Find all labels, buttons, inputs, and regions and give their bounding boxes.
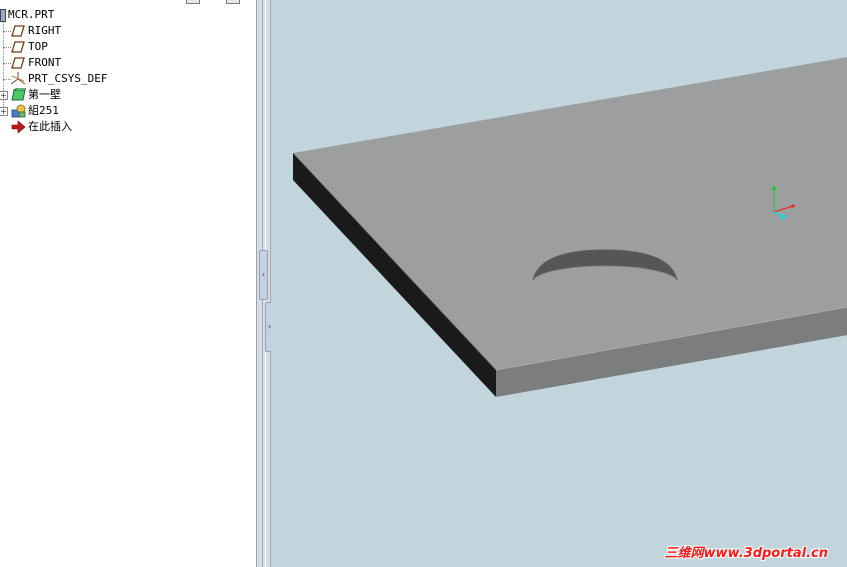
tree-root-label: MCR.PRT <box>8 8 55 21</box>
show-icon[interactable] <box>226 0 240 4</box>
datum-plane-icon <box>11 25 25 37</box>
tree-item-label: PRT_CSYS_DEF <box>28 72 108 85</box>
tree-item-first-wall[interactable]: + 第一壁 <box>0 87 120 103</box>
collapse-pane-button[interactable]: ‹ <box>259 250 268 300</box>
tree-item-insert-here[interactable]: 在此插入 <box>0 119 120 135</box>
tree-item-top[interactable]: TOP <box>0 39 120 55</box>
settings-icon[interactable] <box>186 0 200 4</box>
group-icon <box>11 104 26 118</box>
datum-plane-icon <box>11 57 25 69</box>
tree-item-label: 在此插入 <box>28 120 72 133</box>
insert-here-arrow-icon <box>11 120 26 134</box>
watermark-text: 三维网www.3dportal.cn <box>664 546 828 561</box>
tree-item-front[interactable]: FRONT <box>0 55 120 71</box>
part-icon <box>0 9 6 22</box>
model-tree-pane: MCR.PRT RIGHT TOP FRONT PRT_CSYS_DEF + 第… <box>0 0 256 567</box>
tree-item-right[interactable]: RIGHT <box>0 23 120 39</box>
tree-item-label: 組251 <box>28 104 59 117</box>
coordinate-system-icon <box>11 72 26 85</box>
tree-item-label: TOP <box>28 40 48 53</box>
tree-item-label: 第一壁 <box>28 88 61 101</box>
expand-toggle[interactable]: + <box>0 107 8 116</box>
model-view[interactable] <box>271 0 847 567</box>
sheetmetal-wall-icon <box>11 88 26 101</box>
datum-plane-icon <box>11 41 25 53</box>
pane-splitter[interactable]: ‹ › <box>256 0 274 567</box>
tree-item-csys[interactable]: PRT_CSYS_DEF <box>0 71 130 87</box>
graphics-window[interactable]: 三维网www.3dportal.cn <box>271 0 847 567</box>
tree-item-label: FRONT <box>28 56 62 69</box>
tree-toolbar-icons <box>186 0 246 4</box>
expand-toggle[interactable]: + <box>0 91 8 100</box>
tree-item-label: RIGHT <box>28 24 62 37</box>
tree-root-item[interactable]: MCR.PRT <box>0 7 100 23</box>
tree-item-group[interactable]: + 組251 <box>0 103 120 119</box>
